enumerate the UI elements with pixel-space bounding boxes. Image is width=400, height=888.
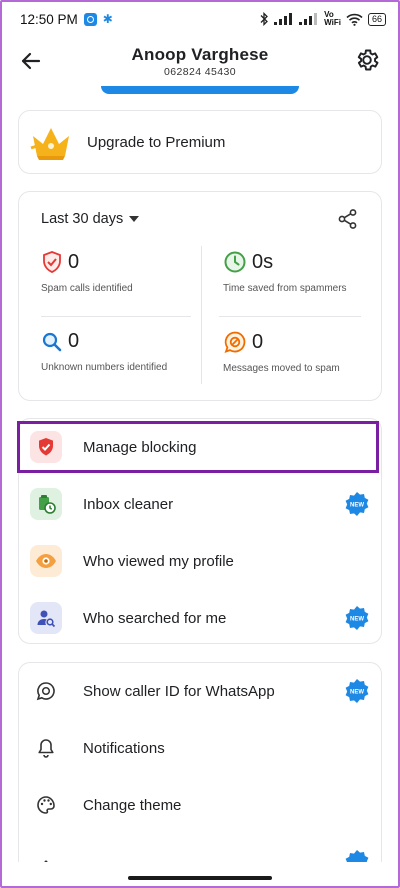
phone-number: 062824 45430 bbox=[164, 66, 236, 78]
vowifi-indicator: Vo WiFi bbox=[324, 11, 341, 27]
menu-label-who-searched: Who searched for me bbox=[83, 609, 227, 627]
period-label: Last 30 days bbox=[41, 211, 124, 227]
new-badge-icon: NEW bbox=[345, 679, 369, 703]
share-icon bbox=[338, 209, 357, 229]
profile-header: Anoop Varghese 062824 45430 bbox=[0, 40, 400, 86]
status-time: 12:50 PM bbox=[20, 11, 78, 27]
battery-icon: 66 bbox=[367, 12, 386, 26]
menu-item-who-searched[interactable]: Who searched for me NEW bbox=[19, 590, 383, 646]
stat-spam-calls: 0 Spam calls identified bbox=[41, 250, 211, 295]
unknown-numbers-label: Unknown numbers identified bbox=[41, 362, 168, 373]
app-notification-icon bbox=[83, 12, 97, 26]
menu-item-inbox-cleaner[interactable]: Inbox cleaner NEW bbox=[19, 476, 383, 532]
time-saved-label: Time saved from spammers bbox=[223, 283, 347, 294]
time-saved-value: 0s bbox=[252, 250, 274, 273]
upgrade-premium-row[interactable]: Upgrade to Premium bbox=[19, 111, 381, 173]
menu-item-notifications[interactable]: Notifications bbox=[19, 720, 383, 776]
new-badge-icon: NEW bbox=[345, 492, 369, 516]
clock-icon bbox=[224, 251, 246, 273]
signal-icon bbox=[299, 13, 318, 25]
shield-icon bbox=[43, 251, 61, 273]
chevron-down-icon bbox=[129, 216, 140, 222]
spam-calls-value: 0 bbox=[68, 250, 80, 273]
premium-label: Upgrade to Premium bbox=[87, 133, 226, 151]
features-card: Manage blocking Inbox cleaner NEW Who vi… bbox=[18, 418, 382, 644]
stat-time-saved: 0s Time saved from spammers bbox=[223, 250, 363, 295]
eye-icon bbox=[30, 545, 62, 577]
unknown-numbers-value: 0 bbox=[68, 330, 80, 352]
share-button[interactable] bbox=[337, 208, 359, 230]
stat-unknown-numbers: 0 Unknown numbers identified bbox=[41, 330, 211, 374]
page-title: Anoop Varghese bbox=[131, 45, 269, 64]
home-gesture-pill[interactable] bbox=[128, 876, 272, 880]
wifi-label: WiFi bbox=[324, 18, 341, 27]
person-search-icon bbox=[30, 602, 62, 634]
spam-calls-label: Spam calls identified bbox=[41, 283, 133, 294]
stats-card: Last 30 days 0 Spam calls identified 0s … bbox=[18, 191, 382, 401]
new-badge-text: NEW bbox=[350, 616, 364, 622]
palette-icon bbox=[30, 789, 62, 821]
menu-item-change-theme[interactable]: Change theme bbox=[19, 777, 383, 833]
menu-item-who-viewed-profile[interactable]: Who viewed my profile bbox=[19, 533, 383, 589]
menu-item-whatsapp-caller-id[interactable]: Show caller ID for WhatsApp NEW bbox=[19, 663, 383, 719]
menu-item-manage-blocking[interactable]: Manage blocking bbox=[19, 419, 383, 475]
profile-action-bar[interactable] bbox=[101, 86, 299, 94]
stats-divider-vertical bbox=[201, 246, 202, 384]
premium-card[interactable]: Upgrade to Premium bbox=[18, 110, 382, 174]
gear-icon bbox=[357, 49, 379, 71]
gesture-bar-area bbox=[0, 862, 400, 888]
stat-messages-spam: 0 Messages moved to spam bbox=[223, 330, 363, 375]
messages-spam-label: Messages moved to spam bbox=[223, 363, 340, 374]
blocked-message-icon bbox=[224, 331, 246, 353]
messages-spam-value: 0 bbox=[252, 330, 264, 353]
menu-label-inbox-cleaner: Inbox cleaner bbox=[83, 495, 174, 513]
inbox-cleaner-icon bbox=[30, 488, 62, 520]
settings-card: Show caller ID for WhatsApp NEW Notifica… bbox=[18, 662, 382, 888]
menu-label-notifications: Notifications bbox=[83, 739, 165, 757]
new-badge-icon: NEW bbox=[345, 606, 369, 630]
stats-divider-left bbox=[41, 316, 191, 317]
wifi-icon bbox=[346, 13, 363, 26]
settings-gear-icon: ✱ bbox=[102, 12, 113, 26]
period-dropdown[interactable]: Last 30 days bbox=[41, 211, 140, 227]
stats-divider-right bbox=[219, 316, 361, 317]
new-badge-text: NEW bbox=[350, 689, 364, 695]
menu-label-manage-blocking: Manage blocking bbox=[83, 438, 197, 456]
whatsapp-icon bbox=[30, 675, 62, 707]
settings-button[interactable] bbox=[354, 47, 380, 73]
menu-label-whatsapp-caller-id: Show caller ID for WhatsApp bbox=[83, 682, 275, 700]
status-bar: 12:50 PM ✱ Vo WiFi 66 bbox=[0, 0, 400, 38]
menu-label-who-viewed-profile: Who viewed my profile bbox=[83, 552, 234, 570]
search-icon bbox=[42, 332, 62, 351]
menu-label-change-theme: Change theme bbox=[83, 796, 182, 814]
shield-block-icon bbox=[30, 431, 62, 463]
bluetooth-icon bbox=[260, 12, 269, 26]
bell-icon bbox=[30, 732, 62, 764]
crown-icon bbox=[30, 128, 69, 160]
new-badge-text: NEW bbox=[350, 502, 364, 508]
signal-icon bbox=[274, 13, 293, 25]
